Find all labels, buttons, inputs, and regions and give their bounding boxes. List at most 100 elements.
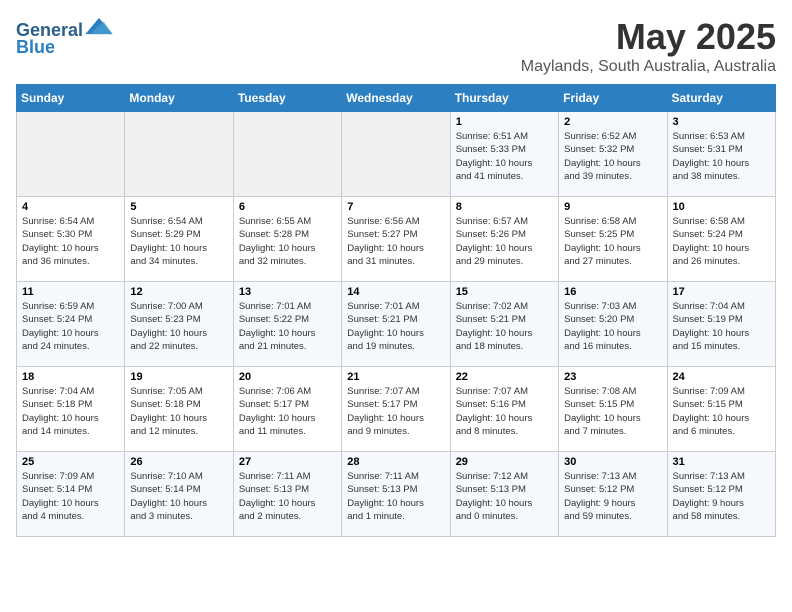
week-row-5: 25 Sunrise: 7:09 AM Sunset: 5:14 PM Dayli… bbox=[17, 452, 776, 537]
calendar-cell: 20 Sunrise: 7:06 AM Sunset: 5:17 PM Dayli… bbox=[233, 367, 341, 452]
calendar-cell: 9 Sunrise: 6:58 AM Sunset: 5:25 PM Daylig… bbox=[559, 197, 667, 282]
calendar-cell: 10 Sunrise: 6:58 AM Sunset: 5:24 PM Dayli… bbox=[667, 197, 775, 282]
header-sunday: Sunday bbox=[17, 85, 125, 112]
day-number: 13 bbox=[239, 286, 336, 298]
day-number: 28 bbox=[347, 456, 444, 468]
calendar-cell bbox=[233, 112, 341, 197]
day-number: 1 bbox=[456, 116, 553, 128]
day-info: Sunrise: 7:02 AM Sunset: 5:21 PM Dayligh… bbox=[456, 300, 553, 353]
day-info: Sunrise: 7:09 AM Sunset: 5:14 PM Dayligh… bbox=[22, 470, 119, 523]
day-number: 19 bbox=[130, 371, 227, 383]
day-info: Sunrise: 6:54 AM Sunset: 5:30 PM Dayligh… bbox=[22, 215, 119, 268]
calendar-cell: 24 Sunrise: 7:09 AM Sunset: 5:15 PM Dayli… bbox=[667, 367, 775, 452]
calendar-cell bbox=[17, 112, 125, 197]
day-number: 26 bbox=[130, 456, 227, 468]
calendar-cell: 23 Sunrise: 7:08 AM Sunset: 5:15 PM Dayli… bbox=[559, 367, 667, 452]
calendar-cell: 21 Sunrise: 7:07 AM Sunset: 5:17 PM Dayli… bbox=[342, 367, 450, 452]
page-header: General Blue May 2025 Maylands, South Au… bbox=[16, 16, 776, 76]
day-info: Sunrise: 6:57 AM Sunset: 5:26 PM Dayligh… bbox=[456, 215, 553, 268]
calendar-cell: 26 Sunrise: 7:10 AM Sunset: 5:14 PM Dayli… bbox=[125, 452, 233, 537]
calendar-cell: 8 Sunrise: 6:57 AM Sunset: 5:26 PM Daylig… bbox=[450, 197, 558, 282]
day-number: 16 bbox=[564, 286, 661, 298]
day-info: Sunrise: 6:58 AM Sunset: 5:25 PM Dayligh… bbox=[564, 215, 661, 268]
day-number: 20 bbox=[239, 371, 336, 383]
day-number: 18 bbox=[22, 371, 119, 383]
day-info: Sunrise: 7:09 AM Sunset: 5:15 PM Dayligh… bbox=[673, 385, 770, 438]
day-info: Sunrise: 7:08 AM Sunset: 5:15 PM Dayligh… bbox=[564, 385, 661, 438]
day-number: 2 bbox=[564, 116, 661, 128]
day-number: 14 bbox=[347, 286, 444, 298]
day-number: 21 bbox=[347, 371, 444, 383]
week-row-3: 11 Sunrise: 6:59 AM Sunset: 5:24 PM Dayli… bbox=[17, 282, 776, 367]
day-info: Sunrise: 7:05 AM Sunset: 5:18 PM Dayligh… bbox=[130, 385, 227, 438]
day-info: Sunrise: 7:04 AM Sunset: 5:19 PM Dayligh… bbox=[673, 300, 770, 353]
header-row: SundayMondayTuesdayWednesdayThursdayFrid… bbox=[17, 85, 776, 112]
calendar-cell: 12Sunrise: 7:00 AM Sunset: 5:23 PM Dayli… bbox=[125, 282, 233, 367]
day-info: Sunrise: 7:12 AM Sunset: 5:13 PM Dayligh… bbox=[456, 470, 553, 523]
calendar-cell bbox=[342, 112, 450, 197]
day-info: Sunrise: 7:07 AM Sunset: 5:16 PM Dayligh… bbox=[456, 385, 553, 438]
calendar-cell: 25 Sunrise: 7:09 AM Sunset: 5:14 PM Dayli… bbox=[17, 452, 125, 537]
day-number: 4 bbox=[22, 201, 119, 213]
calendar-title: May 2025 bbox=[521, 16, 776, 58]
header-friday: Friday bbox=[559, 85, 667, 112]
calendar-cell: 27Sunrise: 7:11 AM Sunset: 5:13 PM Dayli… bbox=[233, 452, 341, 537]
logo: General Blue bbox=[16, 16, 113, 58]
calendar-cell: 17 Sunrise: 7:04 AM Sunset: 5:19 PM Dayli… bbox=[667, 282, 775, 367]
calendar-cell: 19 Sunrise: 7:05 AM Sunset: 5:18 PM Dayli… bbox=[125, 367, 233, 452]
day-info: Sunrise: 6:56 AM Sunset: 5:27 PM Dayligh… bbox=[347, 215, 444, 268]
calendar-cell: 5Sunrise: 6:54 AM Sunset: 5:29 PM Daylig… bbox=[125, 197, 233, 282]
day-info: Sunrise: 7:01 AM Sunset: 5:22 PM Dayligh… bbox=[239, 300, 336, 353]
calendar-cell: 4 Sunrise: 6:54 AM Sunset: 5:30 PM Daylig… bbox=[17, 197, 125, 282]
day-number: 29 bbox=[456, 456, 553, 468]
day-info: Sunrise: 6:55 AM Sunset: 5:28 PM Dayligh… bbox=[239, 215, 336, 268]
day-info: Sunrise: 7:00 AM Sunset: 5:23 PM Dayligh… bbox=[130, 300, 227, 353]
day-number: 6 bbox=[239, 201, 336, 213]
day-number: 10 bbox=[673, 201, 770, 213]
day-number: 9 bbox=[564, 201, 661, 213]
header-tuesday: Tuesday bbox=[233, 85, 341, 112]
week-row-1: 1 Sunrise: 6:51 AM Sunset: 5:33 PM Daylig… bbox=[17, 112, 776, 197]
header-thursday: Thursday bbox=[450, 85, 558, 112]
calendar-subtitle: Maylands, South Australia, Australia bbox=[521, 58, 776, 76]
day-number: 22 bbox=[456, 371, 553, 383]
calendar-cell: 13 Sunrise: 7:01 AM Sunset: 5:22 PM Dayli… bbox=[233, 282, 341, 367]
day-number: 23 bbox=[564, 371, 661, 383]
day-number: 24 bbox=[673, 371, 770, 383]
day-number: 11 bbox=[22, 286, 119, 298]
calendar-cell: 28 Sunrise: 7:11 AM Sunset: 5:13 PM Dayli… bbox=[342, 452, 450, 537]
day-info: Sunrise: 7:04 AM Sunset: 5:18 PM Dayligh… bbox=[22, 385, 119, 438]
calendar-cell: 11 Sunrise: 6:59 AM Sunset: 5:24 PM Dayli… bbox=[17, 282, 125, 367]
day-info: Sunrise: 7:13 AM Sunset: 5:12 PM Dayligh… bbox=[564, 470, 661, 523]
calendar-cell: 6 Sunrise: 6:55 AM Sunset: 5:28 PM Daylig… bbox=[233, 197, 341, 282]
day-number: 31 bbox=[673, 456, 770, 468]
day-info: Sunrise: 7:06 AM Sunset: 5:17 PM Dayligh… bbox=[239, 385, 336, 438]
calendar-cell: 1 Sunrise: 6:51 AM Sunset: 5:33 PM Daylig… bbox=[450, 112, 558, 197]
day-number: 17 bbox=[673, 286, 770, 298]
day-number: 8 bbox=[456, 201, 553, 213]
calendar-cell: 16 Sunrise: 7:03 AM Sunset: 5:20 PM Dayli… bbox=[559, 282, 667, 367]
day-info: Sunrise: 6:51 AM Sunset: 5:33 PM Dayligh… bbox=[456, 130, 553, 183]
day-info: Sunrise: 6:58 AM Sunset: 5:24 PM Dayligh… bbox=[673, 215, 770, 268]
calendar-cell: 22 Sunrise: 7:07 AM Sunset: 5:16 PM Dayli… bbox=[450, 367, 558, 452]
calendar-cell: 14Sunrise: 7:01 AM Sunset: 5:21 PM Dayli… bbox=[342, 282, 450, 367]
calendar-cell: 2Sunrise: 6:52 AM Sunset: 5:32 PM Daylig… bbox=[559, 112, 667, 197]
day-info: Sunrise: 7:07 AM Sunset: 5:17 PM Dayligh… bbox=[347, 385, 444, 438]
day-number: 15 bbox=[456, 286, 553, 298]
calendar-cell: 3Sunrise: 6:53 AM Sunset: 5:31 PM Daylig… bbox=[667, 112, 775, 197]
day-info: Sunrise: 7:10 AM Sunset: 5:14 PM Dayligh… bbox=[130, 470, 227, 523]
week-row-4: 18 Sunrise: 7:04 AM Sunset: 5:18 PM Dayli… bbox=[17, 367, 776, 452]
title-block: May 2025 Maylands, South Australia, Aust… bbox=[521, 16, 776, 76]
day-number: 7 bbox=[347, 201, 444, 213]
day-info: Sunrise: 6:59 AM Sunset: 5:24 PM Dayligh… bbox=[22, 300, 119, 353]
day-info: Sunrise: 7:11 AM Sunset: 5:13 PM Dayligh… bbox=[347, 470, 444, 523]
day-info: Sunrise: 7:13 AM Sunset: 5:12 PM Dayligh… bbox=[673, 470, 770, 523]
logo-blue: Blue bbox=[16, 37, 55, 58]
header-monday: Monday bbox=[125, 85, 233, 112]
day-number: 25 bbox=[22, 456, 119, 468]
day-info: Sunrise: 7:03 AM Sunset: 5:20 PM Dayligh… bbox=[564, 300, 661, 353]
week-row-2: 4 Sunrise: 6:54 AM Sunset: 5:30 PM Daylig… bbox=[17, 197, 776, 282]
calendar-cell: 30Sunrise: 7:13 AM Sunset: 5:12 PM Dayli… bbox=[559, 452, 667, 537]
day-info: Sunrise: 7:11 AM Sunset: 5:13 PM Dayligh… bbox=[239, 470, 336, 523]
header-wednesday: Wednesday bbox=[342, 85, 450, 112]
